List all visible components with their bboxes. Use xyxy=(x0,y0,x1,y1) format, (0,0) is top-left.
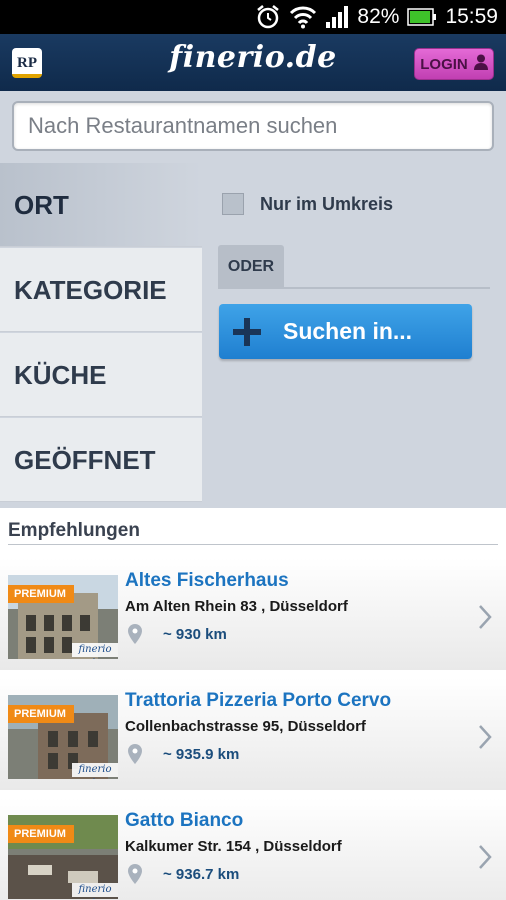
radius-option[interactable]: Nur im Umkreis xyxy=(222,193,393,215)
list-item[interactable]: PREMIUM finerio de Gatto Bianco Kalkumer… xyxy=(0,798,506,900)
recommendations-header: Empfehlungen xyxy=(0,508,506,548)
section-title: Empfehlungen xyxy=(8,520,140,541)
location-pin-icon xyxy=(128,864,142,888)
location-options: Nur im Umkreis ODER Suchen in... xyxy=(218,163,490,508)
or-separator-label: ODER xyxy=(218,245,284,287)
search-bar: Nach Restaurantnamen suchen xyxy=(0,91,506,163)
finerio-watermark: finerio de xyxy=(72,883,118,899)
search-in-button[interactable]: Suchen in... xyxy=(219,304,472,359)
chevron-right-icon[interactable] xyxy=(478,724,492,754)
chevron-right-icon[interactable] xyxy=(478,604,492,634)
chevron-right-icon[interactable] xyxy=(478,844,492,874)
app-bar: RP finerio.de LOGIN xyxy=(0,34,506,91)
wifi-icon xyxy=(289,5,317,29)
clock: 15:59 xyxy=(445,5,498,28)
finerio-watermark: finerio de xyxy=(72,763,118,779)
restaurant-address: Collenbachstrasse 95, Düsseldorf xyxy=(125,718,366,735)
list-item[interactable]: PREMIUM finerio de Altes Fischerhaus Am … xyxy=(0,558,506,670)
status-icons: 82% 15:59 xyxy=(255,0,498,34)
distance: ~ 930 km xyxy=(163,626,227,643)
premium-badge: PREMIUM xyxy=(8,585,74,603)
restaurant-address: Kalkumer Str. 154 , Düsseldorf xyxy=(125,838,342,855)
location-pin-icon xyxy=(128,744,142,768)
divider xyxy=(218,287,490,289)
restaurant-photo: PREMIUM finerio de xyxy=(8,575,118,659)
tab-kategorie[interactable]: KATEGORIE xyxy=(0,248,202,332)
tab-geoeffnet[interactable]: GEÖFFNET xyxy=(0,418,202,502)
restaurant-photo: PREMIUM finerio de xyxy=(8,695,118,779)
premium-badge: PREMIUM xyxy=(8,825,74,843)
restaurant-name[interactable]: Trattoria Pizzeria Porto Cervo xyxy=(125,690,391,712)
filter-panel: ORT KATEGORIE KÜCHE GEÖFFNET Nur im Umkr… xyxy=(0,163,506,508)
tab-kueche[interactable]: KÜCHE xyxy=(0,333,202,417)
login-button[interactable]: LOGIN xyxy=(414,48,494,80)
divider xyxy=(8,544,498,545)
finerio-watermark: finerio de xyxy=(72,643,118,659)
user-icon xyxy=(473,54,488,74)
restaurant-address: Am Alten Rhein 83 , Düsseldorf xyxy=(125,598,348,615)
battery-percent: 82% xyxy=(357,5,400,28)
radius-checkbox[interactable] xyxy=(222,193,244,215)
battery-icon xyxy=(407,8,437,26)
distance: ~ 935.9 km xyxy=(163,746,240,763)
tab-ort[interactable]: ORT xyxy=(0,163,202,247)
plus-icon xyxy=(233,317,261,346)
restaurant-name[interactable]: Altes Fischerhaus xyxy=(125,570,289,592)
restaurant-name[interactable]: Gatto Bianco xyxy=(125,810,243,832)
list-item[interactable]: PREMIUM finerio de Trattoria Pizzeria Po… xyxy=(0,678,506,790)
radius-checkbox-label: Nur im Umkreis xyxy=(260,193,394,214)
status-bar: 82% 15:59 xyxy=(0,0,506,34)
alarm-clock-icon xyxy=(255,4,281,30)
location-pin-icon xyxy=(128,624,142,648)
signal-icon xyxy=(325,6,349,28)
login-label: LOGIN xyxy=(420,55,468,73)
premium-badge: PREMIUM xyxy=(8,705,74,723)
distance: ~ 936.7 km xyxy=(163,866,240,883)
search-input[interactable]: Nach Restaurantnamen suchen xyxy=(12,101,494,151)
search-in-label: Suchen in... xyxy=(283,318,413,344)
restaurant-photo: PREMIUM finerio de xyxy=(8,815,118,899)
